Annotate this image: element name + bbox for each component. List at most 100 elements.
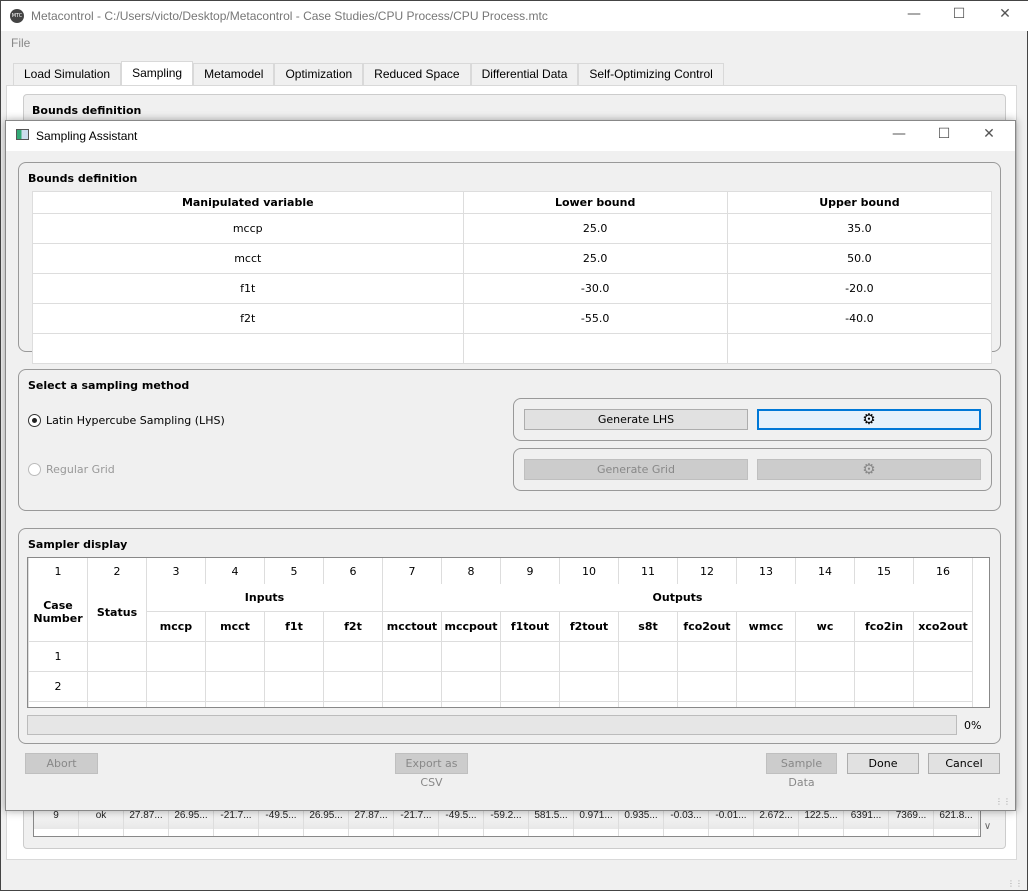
table-cell[interactable] <box>441 640 501 672</box>
table-cell[interactable] <box>854 640 914 672</box>
table-cell[interactable]: 25.0 <box>462 243 728 274</box>
table-cell[interactable]: 50.0 <box>726 243 993 274</box>
column-header: Manipulated variable <box>32 191 464 214</box>
generate-lhs-button[interactable]: Generate LHS <box>524 409 748 430</box>
lhs-settings-button[interactable]: ⚙ <box>757 409 981 430</box>
generate-grid-button[interactable]: Generate Grid <box>524 459 748 480</box>
table-cell[interactable] <box>441 670 501 702</box>
table-cell[interactable] <box>677 670 737 702</box>
table-cell[interactable] <box>87 670 147 702</box>
output-header: wmcc <box>736 610 796 642</box>
table-cell[interactable] <box>382 640 442 672</box>
table-cell[interactable] <box>146 700 206 707</box>
table-cell[interactable] <box>146 670 206 702</box>
table-cell[interactable]: 1 <box>28 640 88 672</box>
table-cell[interactable] <box>264 700 324 707</box>
table-cell[interactable] <box>559 670 619 702</box>
table-cell[interactable] <box>736 640 796 672</box>
close-button[interactable]: ✕ <box>974 126 1004 146</box>
table-cell[interactable] <box>323 700 383 707</box>
abort-button[interactable]: Abort <box>25 753 98 774</box>
tab-reduced-space[interactable]: Reduced Space <box>363 63 471 85</box>
table-cell[interactable] <box>795 670 855 702</box>
table-cell[interactable] <box>736 700 796 707</box>
table-cell[interactable] <box>854 700 914 707</box>
maximize-button[interactable]: ☐ <box>929 126 959 146</box>
table-cell[interactable] <box>913 670 973 702</box>
table-cell[interactable]: 25.0 <box>462 213 728 244</box>
table-cell[interactable] <box>736 670 796 702</box>
table-cell[interactable] <box>913 640 973 672</box>
table-cell[interactable] <box>559 700 619 707</box>
table-cell[interactable]: -55.0 <box>462 303 728 334</box>
table-cell[interactable]: -20.0 <box>726 273 993 304</box>
title-bar: MTC Metacontrol - C:/Users/victo/Desktop… <box>1 1 1028 31</box>
maximize-button[interactable]: ☐ <box>944 6 974 26</box>
table-cell[interactable]: mcct <box>32 243 464 274</box>
table-cell[interactable] <box>87 700 147 707</box>
table-cell[interactable] <box>618 640 678 672</box>
tab-sampling[interactable]: Sampling <box>121 61 194 85</box>
table-cell[interactable] <box>87 640 147 672</box>
table-cell[interactable] <box>264 640 324 672</box>
table-cell[interactable] <box>618 700 678 707</box>
table-cell[interactable] <box>28 700 88 707</box>
table-cell[interactable]: -40.0 <box>726 303 993 334</box>
resize-grip-icon[interactable]: ⋮⋮ <box>995 797 1011 806</box>
table-cell[interactable] <box>559 640 619 672</box>
regular-grid-label: Regular Grid <box>46 463 115 476</box>
table-cell[interactable] <box>500 700 560 707</box>
tab-differential-data[interactable]: Differential Data <box>470 63 579 85</box>
minimize-button[interactable]: — <box>899 6 929 26</box>
sample-data-button[interactable]: Sample Data <box>766 753 837 789</box>
outputs-header: Outputs <box>382 584 973 612</box>
table-cell[interactable]: f2t <box>32 303 464 334</box>
tab-metamodel[interactable]: Metamodel <box>193 63 275 85</box>
tab-optimization[interactable]: Optimization <box>274 63 364 85</box>
table-cell[interactable] <box>441 700 501 707</box>
table-cell[interactable]: 2 <box>28 670 88 702</box>
table-cell[interactable] <box>382 700 442 707</box>
grid-settings-button[interactable]: ⚙ <box>757 459 981 480</box>
table-cell[interactable] <box>500 640 560 672</box>
table-cell[interactable] <box>854 670 914 702</box>
table-cell[interactable] <box>205 670 265 702</box>
resize-grip-icon[interactable]: ⋮⋮ <box>1007 879 1023 888</box>
table-cell[interactable] <box>795 640 855 672</box>
table-cell[interactable] <box>913 700 973 707</box>
table-cell[interactable]: mccp <box>32 213 464 244</box>
column-number: 10 <box>559 558 619 584</box>
output-header: fco2in <box>854 610 914 642</box>
close-button[interactable]: ✕ <box>990 6 1020 26</box>
table-cell[interactable] <box>146 640 206 672</box>
export-csv-button[interactable]: Export as CSV <box>395 753 468 789</box>
minimize-button[interactable]: — <box>884 126 914 146</box>
table-cell[interactable] <box>323 640 383 672</box>
done-button[interactable]: Done <box>847 753 919 774</box>
table-cell[interactable] <box>382 670 442 702</box>
table-cell[interactable]: f1t <box>32 273 464 304</box>
table-cell[interactable] <box>677 700 737 707</box>
table-cell[interactable] <box>677 640 737 672</box>
sampler-table: 1 2 3 4 5 6 7 8 9 10 11 12 13 14 15 16 Case Number Status… <box>27 557 990 708</box>
table-cell[interactable] <box>323 670 383 702</box>
tab-self-optimizing-control[interactable]: Self-Optimizing Control <box>578 63 724 85</box>
table-cell[interactable] <box>205 700 265 707</box>
output-header: wc <box>795 610 855 642</box>
table-cell[interactable] <box>264 670 324 702</box>
table-cell[interactable] <box>618 670 678 702</box>
table-cell[interactable] <box>500 670 560 702</box>
cancel-button[interactable]: Cancel <box>928 753 1000 774</box>
table-cell <box>754 829 799 836</box>
lhs-radio[interactable] <box>28 414 41 427</box>
menu-file[interactable]: File <box>11 36 30 50</box>
tab-load-simulation[interactable]: Load Simulation <box>13 63 122 85</box>
table-cell[interactable] <box>795 700 855 707</box>
regular-grid-radio[interactable] <box>28 463 41 476</box>
window-title: Metacontrol - C:/Users/victo/Desktop/Met… <box>31 9 548 23</box>
table-cell[interactable]: 35.0 <box>726 213 993 244</box>
group-header-row: Case Number Status Inputs Outputs <box>28 584 973 642</box>
table-cell <box>439 829 484 836</box>
table-cell[interactable] <box>205 640 265 672</box>
table-cell[interactable]: -30.0 <box>462 273 728 304</box>
